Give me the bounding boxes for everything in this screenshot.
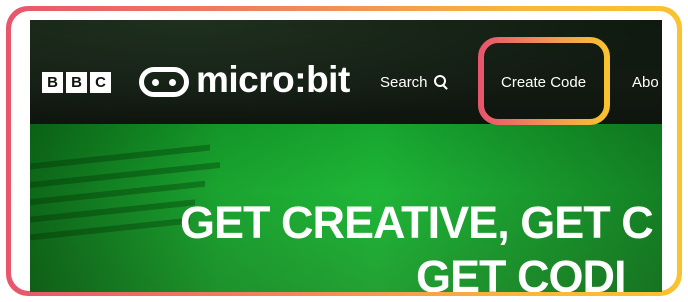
microbit-wordmark[interactable]: micro:bit xyxy=(196,61,350,98)
hero-banner: GET CREATIVE, GET C GET CODI xyxy=(30,124,662,292)
logo-dot-right xyxy=(169,79,176,86)
bbc-letter-c: C xyxy=(90,72,111,93)
website-screenshot: B B C micro:bit Search Create Code Abo G… xyxy=(30,20,662,292)
nav-search-label: Search xyxy=(380,74,428,91)
logo-dot-left xyxy=(152,79,159,86)
bbc-letter-b1: B xyxy=(42,72,63,93)
hero-headline: GET CREATIVE, GET C xyxy=(180,197,654,248)
bbc-logo[interactable]: B B C xyxy=(42,72,111,93)
bbc-letter-b2: B xyxy=(66,72,87,93)
hero-subheadline: GET CODI xyxy=(416,251,627,292)
microbit-logo-icon[interactable] xyxy=(139,67,189,97)
nav-about-link[interactable]: Abo xyxy=(632,75,659,90)
search-icon xyxy=(433,75,446,87)
nav-search-link[interactable]: Search xyxy=(380,75,446,90)
nav-create-code-link[interactable]: Create Code xyxy=(501,75,586,90)
